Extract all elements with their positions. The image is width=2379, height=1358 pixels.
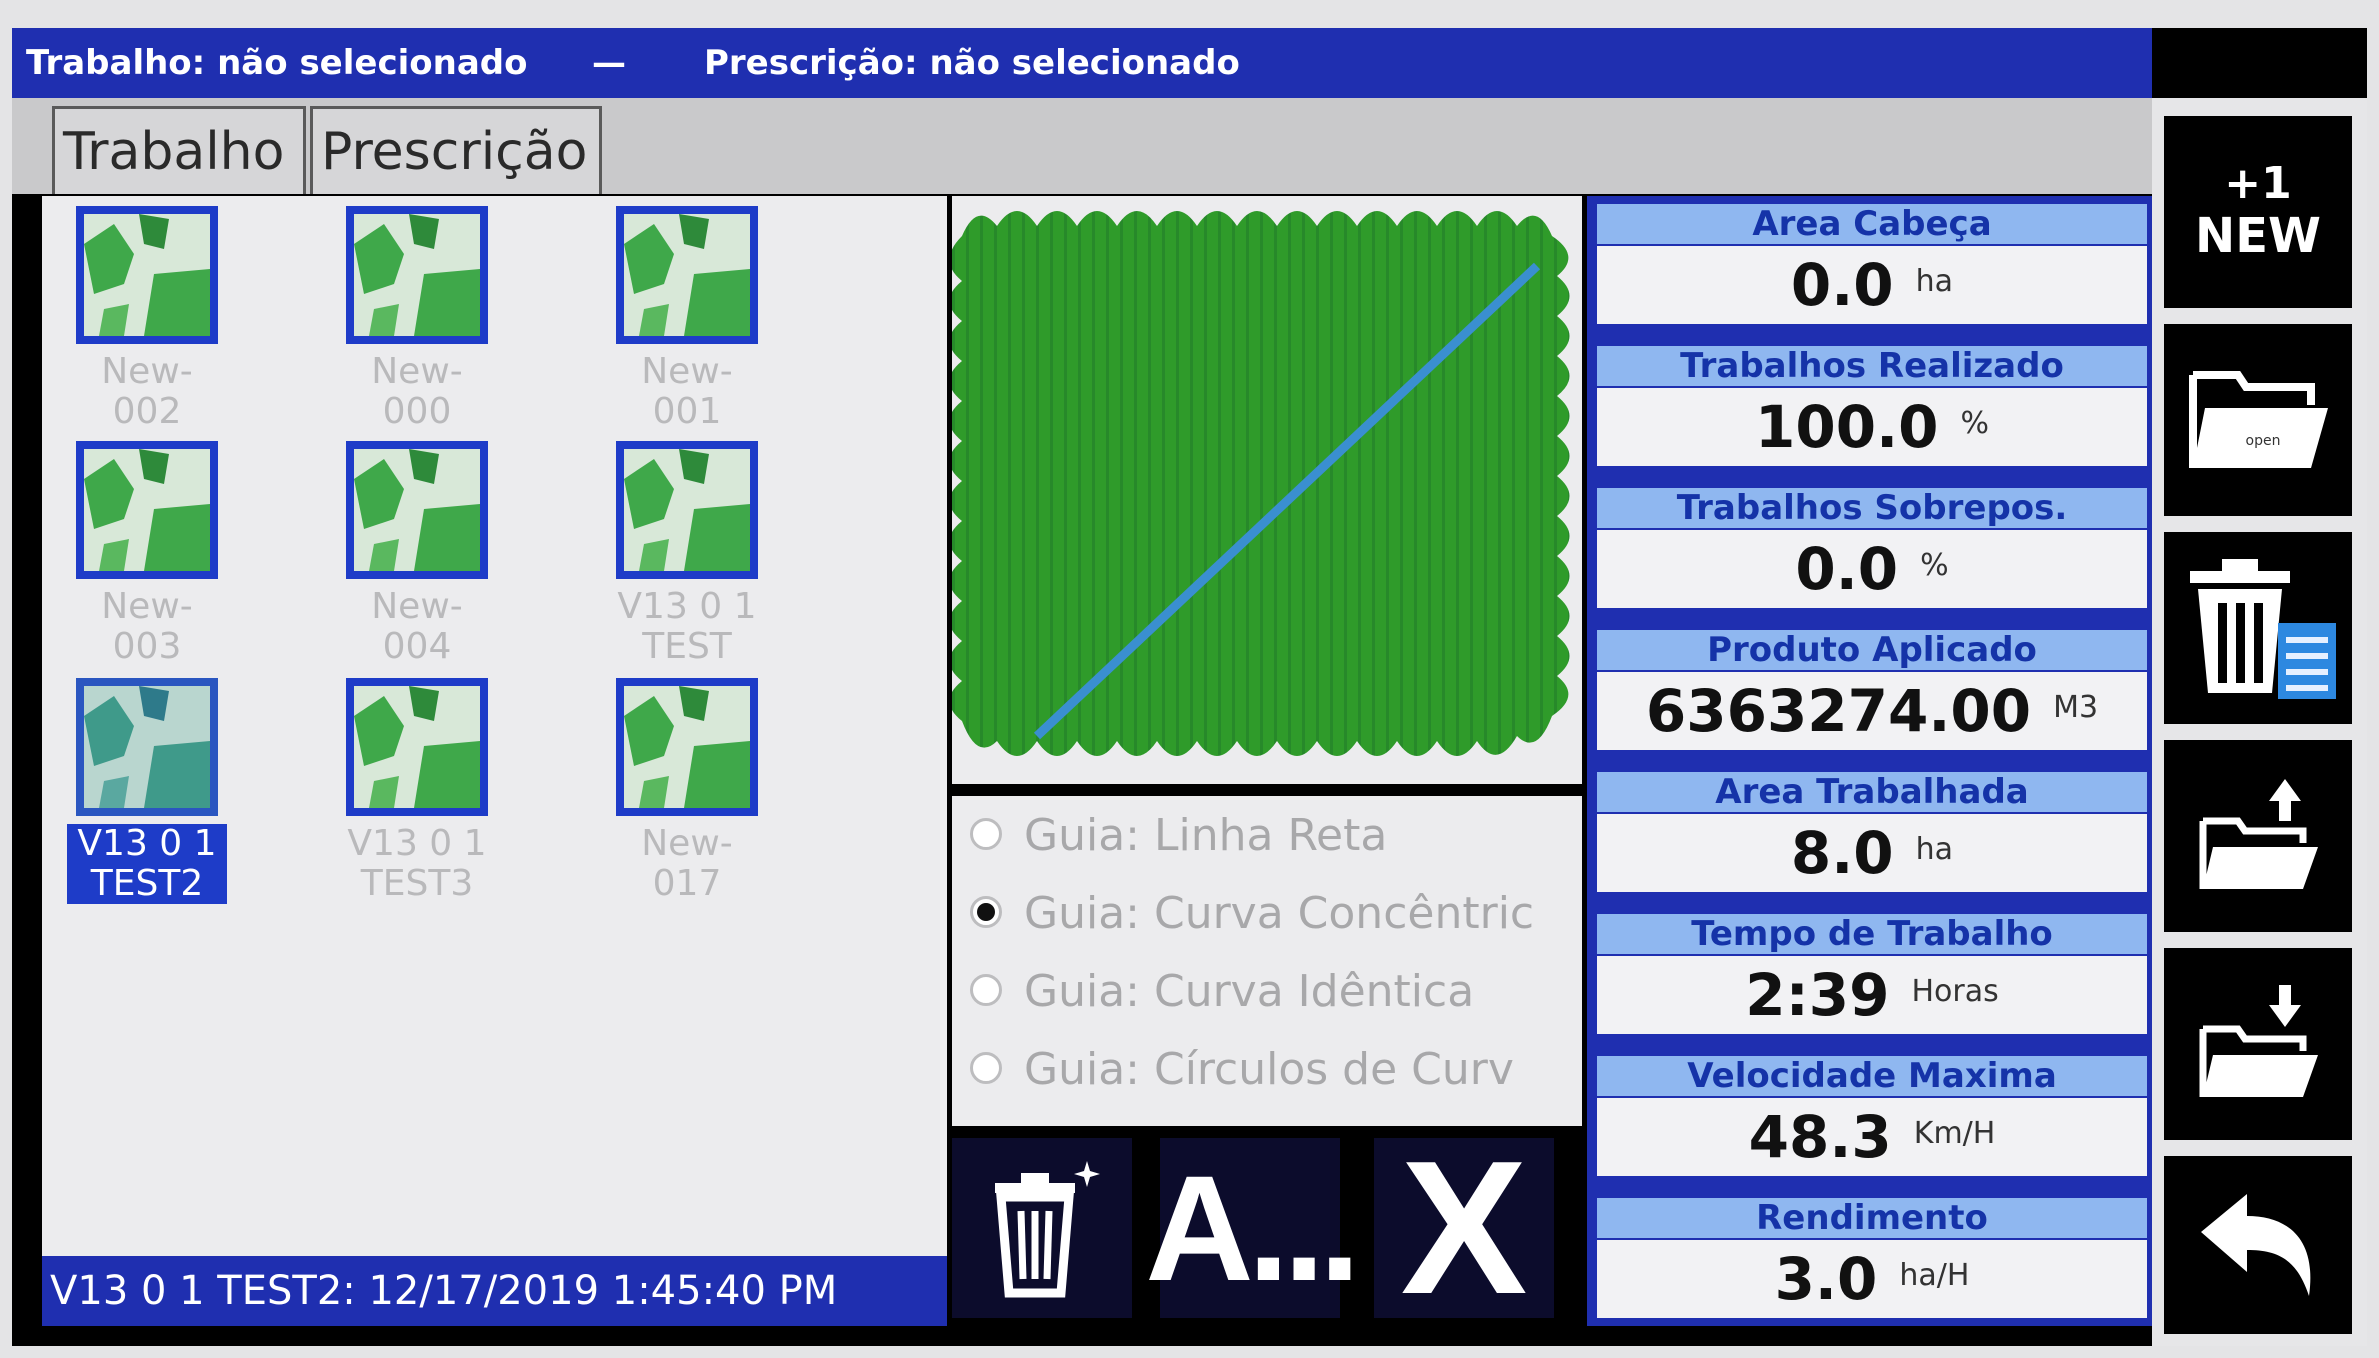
- job-map-icon: [616, 441, 758, 579]
- import-button[interactable]: [2164, 948, 2352, 1140]
- job-name: New-000: [371, 351, 463, 432]
- job-item-selected[interactable]: V13 0 1 TEST2: [67, 678, 227, 904]
- trash-sparkle-icon: [995, 1161, 1100, 1298]
- stat-value: 100.0%: [1597, 388, 2147, 466]
- rename-button[interactable]: A...: [1145, 1138, 1361, 1318]
- stat-label: Velocidade Maxima: [1597, 1056, 2147, 1096]
- job-name: V13 0 1 TEST: [617, 586, 757, 667]
- stat-value: 8.0 ha: [1597, 814, 2147, 892]
- close-button[interactable]: X: [1374, 1133, 1554, 1323]
- job-item[interactable]: New-004: [337, 441, 497, 667]
- job-list: New-002 New-000 New-001 New-003 New-004 …: [42, 196, 947, 1256]
- radio-icon: [970, 974, 1002, 1006]
- job-map-icon: [346, 678, 488, 816]
- trash-icon: [2190, 559, 2336, 699]
- stat-value: 3.0 ha/H: [1597, 1240, 2147, 1318]
- open-folder-button[interactable]: open: [2164, 324, 2352, 516]
- job-name: New-004: [371, 586, 463, 667]
- prescription-status-text: Prescrição: não selecionado: [704, 43, 1240, 83]
- stat-label: Rendimento: [1597, 1198, 2147, 1238]
- stat-label: Trabalhos Realizado: [1597, 346, 2147, 386]
- back-arrow-icon: [2201, 1194, 2311, 1296]
- job-item[interactable]: New-003: [67, 441, 227, 667]
- stat-value: 0.0%: [1597, 530, 2147, 608]
- selected-job-status: V13 0 1 TEST2: 12/17/2019 1:45:40 PM: [42, 1256, 947, 1326]
- job-statistics: Area Cabeça 0.0 ha Trabalhos Realizado 10…: [1587, 196, 2157, 1326]
- job-map-icon: [616, 678, 758, 816]
- clear-job-button[interactable]: [952, 1138, 1132, 1318]
- job-item[interactable]: New-002: [67, 206, 227, 432]
- new-plus-label: +1: [2224, 158, 2292, 209]
- job-item[interactable]: V13 0 1 TEST: [607, 441, 767, 667]
- guide-option-identical[interactable]: Guia: Curva Idêntica: [970, 962, 1474, 1022]
- job-item[interactable]: New-001: [607, 206, 767, 432]
- job-status-text: Trabalho: não selecionado: [26, 43, 528, 83]
- terminal-screen: Trabalho: não selecionado — Prescrição: …: [12, 28, 2367, 1346]
- tab-prescricao[interactable]: Prescrição: [310, 106, 602, 194]
- job-item[interactable]: V13 0 1 TEST3: [337, 678, 497, 904]
- job-name: V13 0 1 TEST2: [67, 824, 227, 904]
- tab-strip: Trabalho Prescrição: [12, 98, 2152, 194]
- stat-label: Produto Aplicado: [1597, 630, 2147, 670]
- radio-icon: [970, 818, 1002, 850]
- guidance-options: Guia: Linha Reta Guia: Curva Concêntric …: [952, 796, 1582, 1126]
- job-name: V13 0 1 TEST3: [347, 823, 487, 904]
- job-map-icon: [76, 206, 218, 344]
- guide-label: Guia: Círculos de Curv: [1024, 1044, 1514, 1095]
- radio-selected-icon: [970, 896, 1002, 928]
- field-map[interactable]: [949, 196, 1582, 784]
- guide-option-concentric[interactable]: Guia: Curva Concêntric: [970, 884, 1534, 944]
- job-map-icon: [76, 678, 218, 816]
- job-name: New-017: [641, 823, 733, 904]
- guide-label: Guia: Curva Concêntric: [1024, 888, 1535, 939]
- right-toolbar: +1 NEW open: [2152, 98, 2367, 1346]
- close-icon: X: [1400, 1122, 1528, 1334]
- stat-value: 48.3 Km/H: [1597, 1098, 2147, 1176]
- new-label: NEW: [2195, 208, 2321, 264]
- guide-label: Guia: Curva Idêntica: [1024, 966, 1475, 1017]
- job-map-icon: [346, 206, 488, 344]
- job-item[interactable]: New-017: [607, 678, 767, 904]
- job-name: New-001: [641, 351, 733, 432]
- job-item[interactable]: New-000: [337, 206, 497, 432]
- stat-label: Trabalhos Sobrepos.: [1597, 488, 2147, 528]
- delete-job-button[interactable]: [2164, 532, 2352, 724]
- worked-area: [949, 211, 1570, 756]
- stat-label: Area Cabeça: [1597, 204, 2147, 244]
- job-map-icon: [76, 441, 218, 579]
- svg-text:open: open: [2246, 433, 2281, 449]
- title-separator: —: [592, 43, 626, 83]
- stat-label: Area Trabalhada: [1597, 772, 2147, 812]
- new-job-button[interactable]: +1 NEW: [2164, 116, 2352, 308]
- stat-value: 6363274.00 M3: [1597, 672, 2147, 750]
- guide-option-circles[interactable]: Guia: Círculos de Curv: [970, 1040, 1514, 1100]
- stat-label: Tempo de Trabalho: [1597, 914, 2147, 954]
- folder-upload-icon: [2199, 779, 2318, 889]
- tab-trabalho[interactable]: Trabalho: [52, 106, 306, 194]
- stat-value: 0.0 ha: [1597, 246, 2147, 324]
- title-bar: Trabalho: não selecionado — Prescrição: …: [12, 28, 2152, 98]
- rename-label: A...: [1145, 1144, 1360, 1312]
- folder-download-icon: [2199, 985, 2318, 1097]
- open-folder-icon: open: [2189, 371, 2328, 468]
- guide-option-straight[interactable]: Guia: Linha Reta: [970, 806, 1387, 866]
- job-name: New-003: [101, 586, 193, 667]
- job-name: New-002: [101, 351, 193, 432]
- stat-value: 2:39 Horas: [1597, 956, 2147, 1034]
- job-map-icon: [346, 441, 488, 579]
- job-map-icon: [616, 206, 758, 344]
- guide-label: Guia: Linha Reta: [1024, 810, 1388, 861]
- radio-icon: [970, 1052, 1002, 1084]
- back-button[interactable]: [2164, 1156, 2352, 1334]
- export-button[interactable]: [2164, 740, 2352, 932]
